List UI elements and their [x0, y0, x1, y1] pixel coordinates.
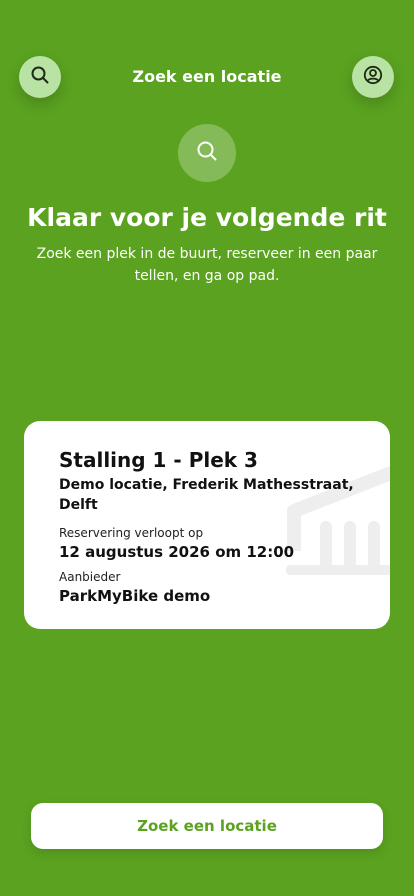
- reservation-card[interactable]: Stalling 1 - Plek 3 Demo locatie, Freder…: [24, 421, 390, 629]
- expires-value: 12 augustus 2026 om 12:00: [59, 543, 295, 561]
- hero-search-badge: [178, 124, 236, 182]
- expires-label: Reservering verloopt op: [59, 526, 204, 540]
- search-location-button[interactable]: Zoek een locatie: [31, 803, 383, 849]
- reservation-address: Demo locatie, Frederik Mathesstraat, Del…: [59, 477, 354, 513]
- user-circle-icon: [363, 65, 383, 89]
- hero-subtitle: Zoek een plek in de buurt, reserveer in …: [36, 246, 378, 284]
- hero-title: Klaar voor je volgende rit: [27, 203, 387, 232]
- provider-value: ParkMyBike demo: [59, 587, 211, 605]
- search-icon: [195, 139, 219, 167]
- provider-label: Aanbieder: [59, 570, 121, 584]
- profile-button[interactable]: [352, 56, 394, 98]
- reservation-title: Stalling 1 - Plek 3: [59, 448, 258, 472]
